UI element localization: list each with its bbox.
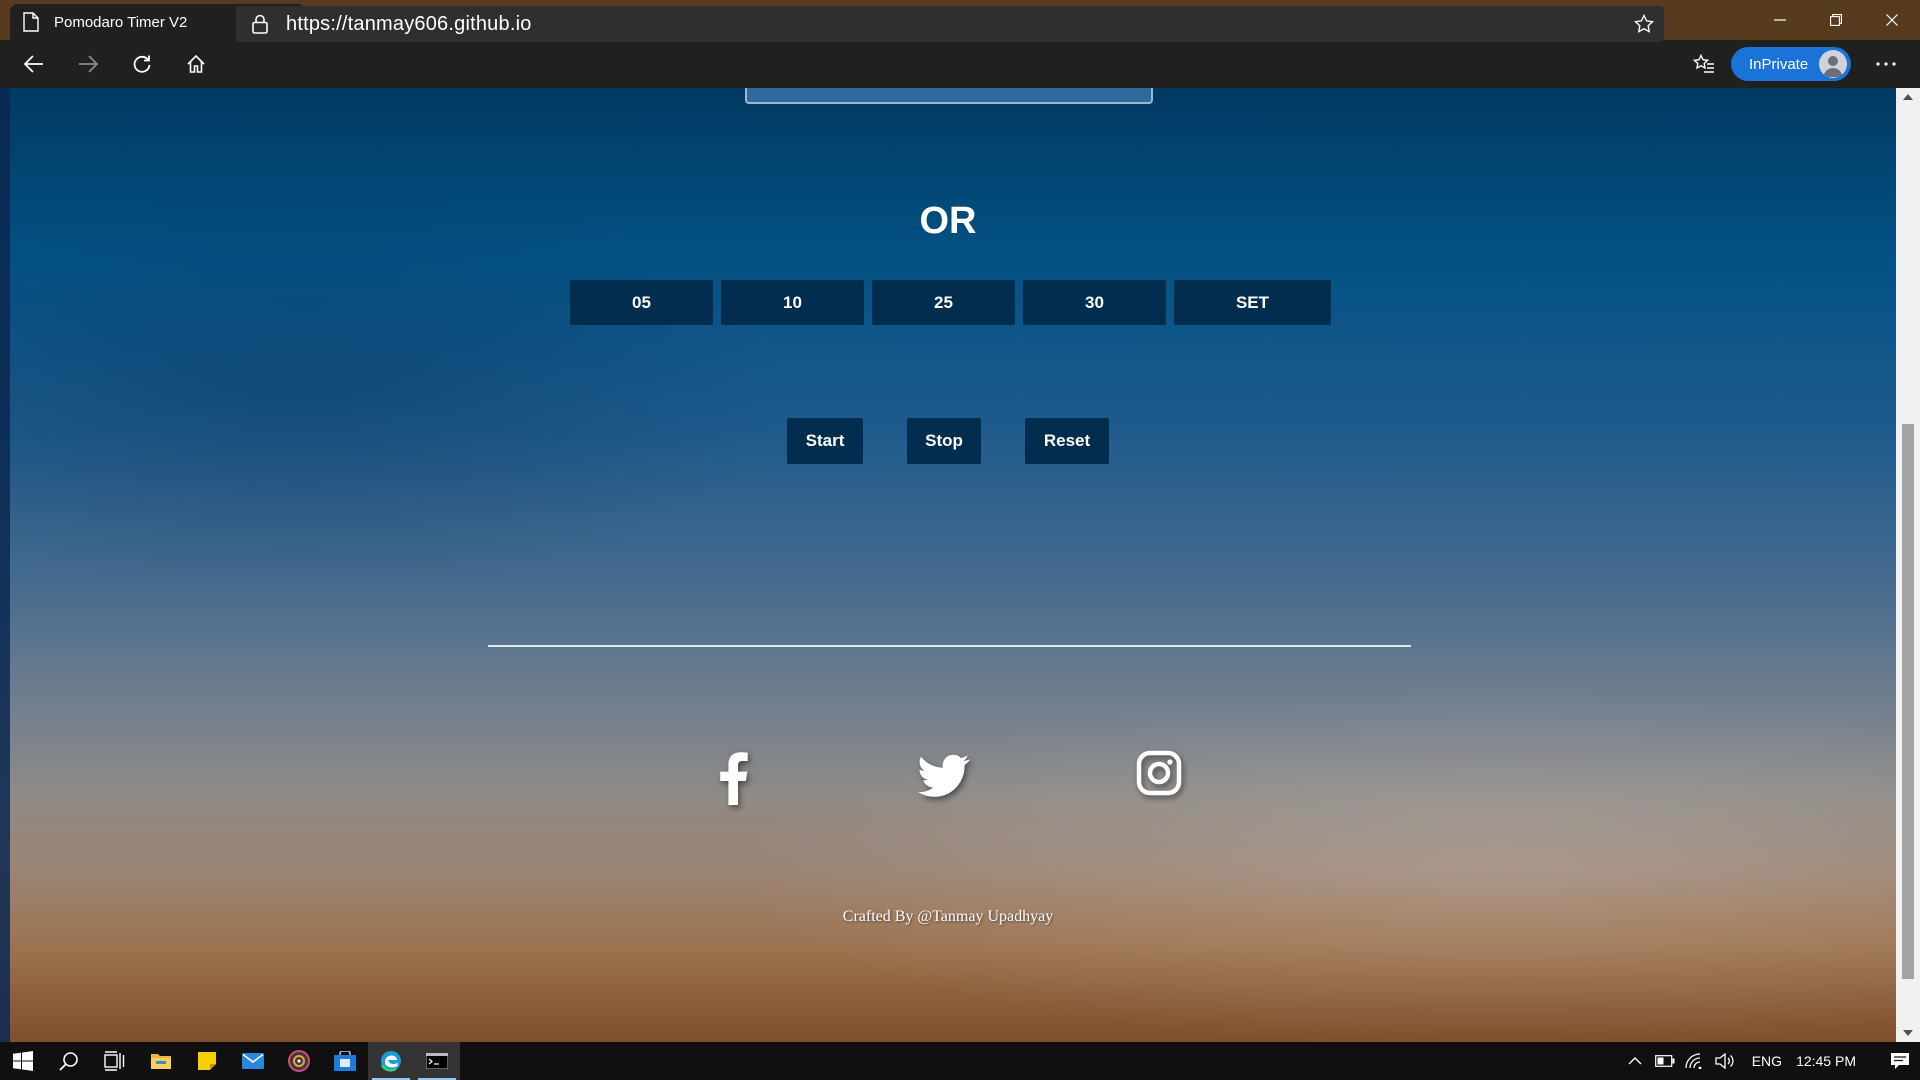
minimize-icon[interactable] (1752, 0, 1808, 40)
url-text[interactable]: https://tanmay606.github.io (286, 13, 532, 36)
file-explorer-icon[interactable] (138, 1042, 184, 1080)
restore-icon[interactable] (1808, 0, 1864, 40)
back-icon[interactable] (14, 44, 54, 84)
star-icon[interactable] (1633, 13, 1655, 34)
preset-30-button[interactable]: 30 (1023, 280, 1166, 325)
home-icon[interactable] (176, 44, 216, 84)
windows-taskbar: ENG 12:45 PM (0, 1042, 1920, 1080)
chevron-up-icon[interactable] (1620, 1042, 1650, 1080)
system-tray: ENG 12:45 PM (1620, 1042, 1920, 1080)
language-indicator[interactable]: ENG (1752, 1053, 1782, 1069)
preset-25-button[interactable]: 25 (872, 280, 1015, 325)
notification-icon[interactable] (1880, 1042, 1920, 1080)
wifi-icon[interactable] (1680, 1042, 1710, 1080)
preset-10-button[interactable]: 10 (721, 280, 864, 325)
media-app-icon[interactable] (276, 1042, 322, 1080)
reset-button[interactable]: Reset (1025, 418, 1109, 464)
browser-toolbar (0, 40, 1920, 88)
avatar (1819, 50, 1847, 78)
search-icon[interactable] (46, 1042, 92, 1080)
set-button[interactable]: SET (1174, 280, 1331, 325)
twitter-icon[interactable] (916, 748, 972, 804)
inprivate-button[interactable]: InPrivate (1731, 47, 1851, 81)
preset-buttons: 05 10 25 30 SET (570, 280, 1339, 325)
timer-controls: Start Stop Reset (0, 418, 1896, 464)
preset-05-button[interactable]: 05 (570, 280, 713, 325)
sticky-notes-icon[interactable] (184, 1042, 230, 1080)
page-viewport: OR 05 10 25 30 SET Start Stop Reset Craf… (0, 88, 1920, 1042)
or-heading: OR (919, 200, 977, 242)
custom-time-input[interactable] (745, 88, 1153, 104)
close-window-icon[interactable] (1864, 0, 1920, 40)
forward-icon[interactable] (68, 44, 108, 84)
refresh-icon[interactable] (122, 44, 162, 84)
store-icon[interactable] (322, 1042, 368, 1080)
scrollbar-thumb[interactable] (1902, 424, 1914, 979)
window-controls (1752, 0, 1920, 40)
inprivate-label: InPrivate (1749, 55, 1809, 73)
task-view-icon[interactable] (92, 1042, 138, 1080)
lock-icon[interactable] (250, 14, 270, 34)
start-button[interactable]: Start (787, 418, 863, 464)
footer-divider (488, 645, 1411, 647)
footer-credit: Crafted By @Tanmay Upadhyay (842, 908, 1054, 925)
volume-icon[interactable] (1710, 1042, 1740, 1080)
battery-icon[interactable] (1650, 1042, 1680, 1080)
scroll-down-icon[interactable] (1896, 1024, 1920, 1042)
mail-icon[interactable] (230, 1042, 276, 1080)
edge-icon[interactable] (368, 1042, 414, 1080)
instagram-icon[interactable] (1134, 748, 1184, 798)
clock[interactable]: 12:45 PM (1796, 1053, 1856, 1069)
windows-start-icon[interactable] (0, 1042, 46, 1080)
scroll-up-icon[interactable] (1896, 88, 1920, 106)
more-options-icon[interactable] (1866, 44, 1906, 84)
page-scrollbar[interactable] (1896, 88, 1920, 1042)
address-bar[interactable]: https://tanmay606.github.io (236, 6, 1664, 42)
facebook-icon[interactable] (712, 748, 754, 808)
terminal-icon[interactable] (414, 1042, 460, 1080)
page-icon (22, 12, 40, 32)
stop-button[interactable]: Stop (907, 418, 981, 464)
favorites-icon[interactable] (1684, 44, 1724, 84)
